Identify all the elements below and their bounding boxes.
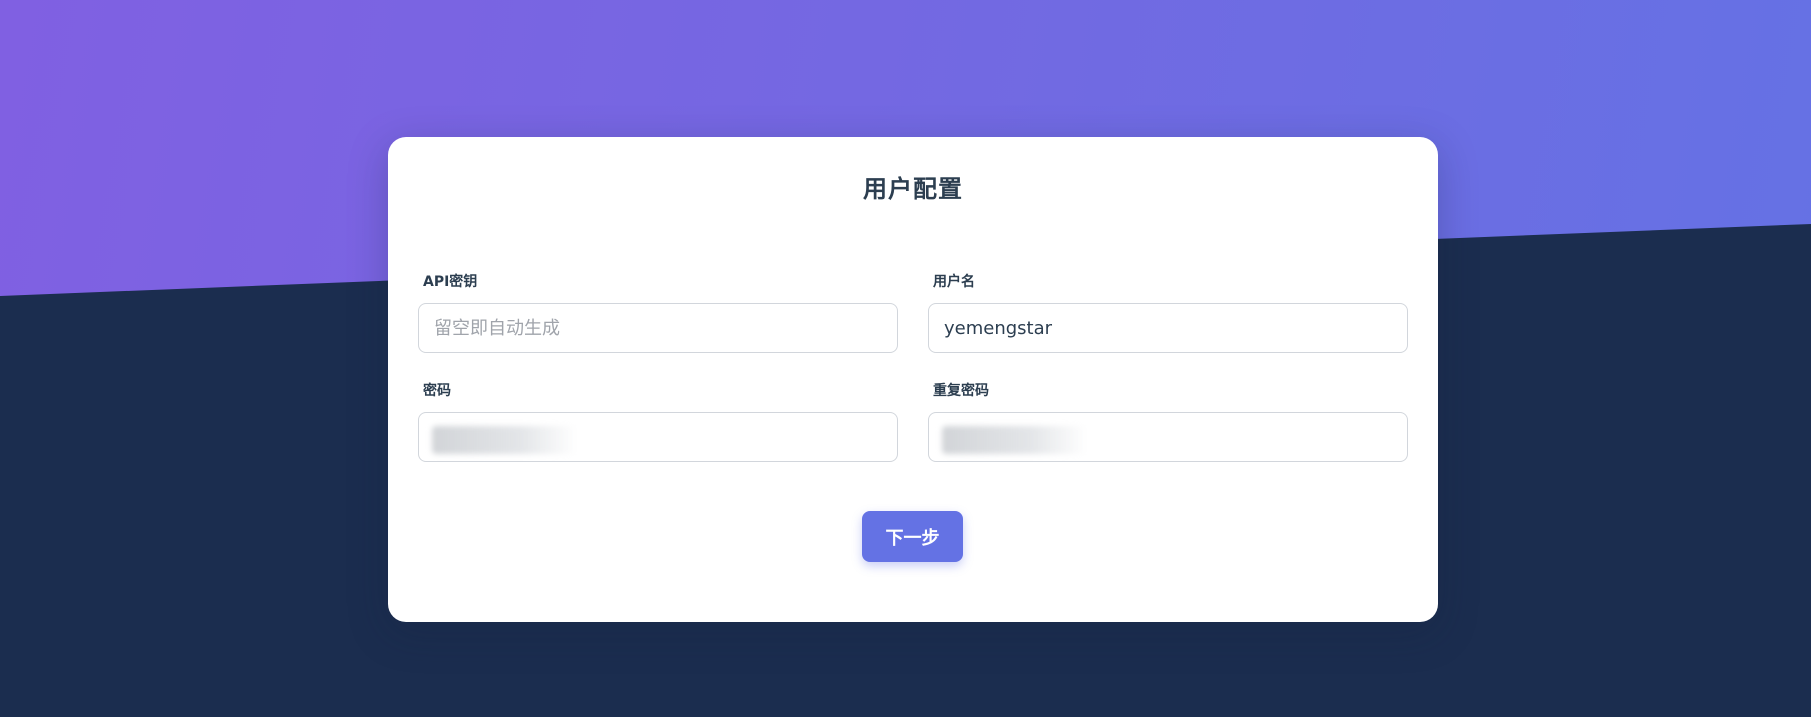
password-label: 密码 — [423, 383, 451, 399]
repeat-password-input[interactable] — [928, 412, 1408, 462]
username-input[interactable] — [928, 303, 1408, 353]
page-title: 用户配置 — [863, 175, 963, 203]
username-field-group: 用户名 — [928, 273, 1408, 353]
next-step-button[interactable]: 下一步 — [862, 511, 963, 562]
api-key-label: API密钥 — [423, 274, 478, 290]
password-input[interactable] — [418, 412, 898, 462]
password-field-group: 密码 — [418, 382, 898, 462]
api-key-field-group: API密钥 — [418, 273, 898, 353]
api-key-input[interactable] — [418, 303, 898, 353]
repeat-password-field-group: 重复密码 — [928, 382, 1408, 462]
user-config-card: 用户配置 API密钥 用户名 密码 重复密码 下一步 — [388, 137, 1438, 622]
username-label: 用户名 — [933, 274, 975, 290]
repeat-password-label: 重复密码 — [933, 383, 989, 399]
